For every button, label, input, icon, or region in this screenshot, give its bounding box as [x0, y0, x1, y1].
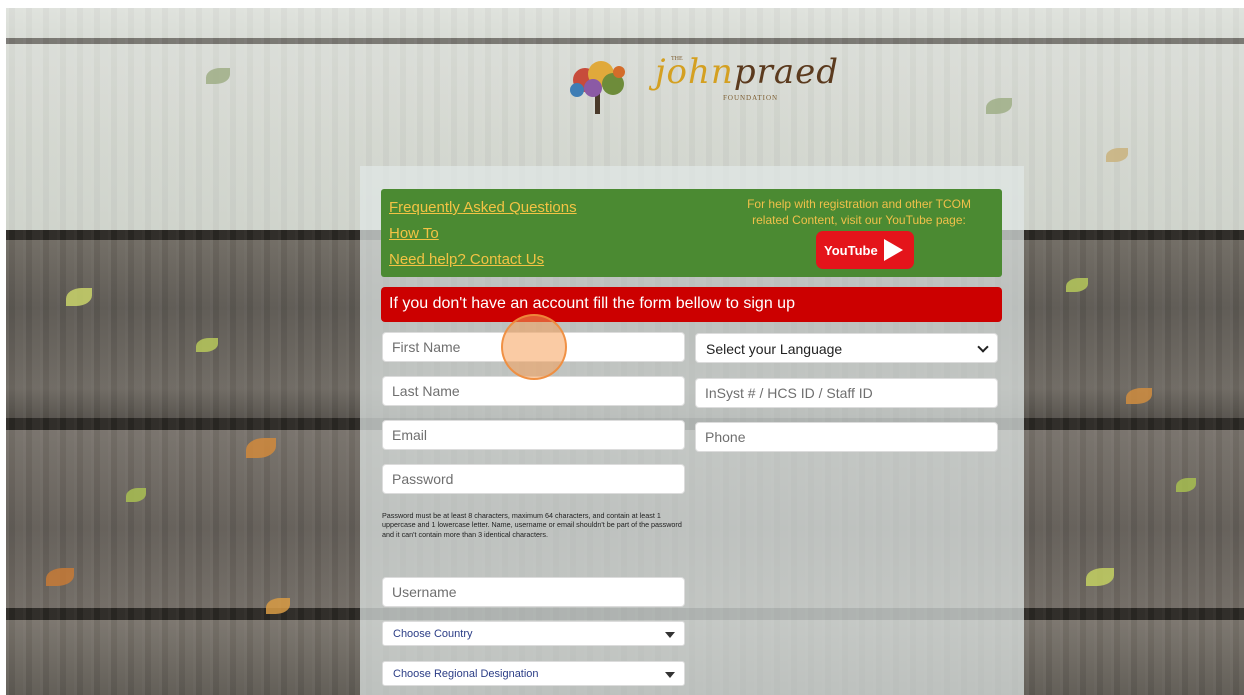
logo-foundation-text: FOUNDATION — [723, 94, 779, 102]
dropdown-arrow-icon — [665, 672, 675, 678]
foundation-logo: THE johnpraed FOUNDATION — [563, 50, 838, 125]
leaf-decoration — [1176, 478, 1196, 492]
leaf-decoration — [266, 598, 290, 614]
faq-link[interactable]: Frequently Asked Questions — [389, 199, 577, 216]
logo-script-text: johnpraed — [655, 52, 839, 92]
language-select[interactable]: Select your Language — [695, 333, 998, 363]
click-indicator — [501, 314, 567, 380]
chevron-down-icon — [977, 341, 989, 353]
insyst-id-input[interactable] — [695, 378, 998, 408]
leaf-decoration — [126, 488, 146, 502]
how-to-link[interactable]: How To — [389, 225, 439, 242]
youtube-help-text: For help with registration and other TCO… — [747, 197, 971, 227]
leaf-decoration — [66, 288, 92, 306]
email-input[interactable] — [382, 420, 685, 450]
logo-script-rest: praed — [733, 52, 839, 92]
youtube-button[interactable]: YouTube — [816, 231, 914, 269]
country-dropdown-value: Choose Country — [393, 628, 473, 640]
password-requirements-note: Password must be at least 8 characters, … — [382, 511, 682, 539]
tree-icon — [570, 61, 625, 114]
leaf-decoration — [1086, 568, 1114, 586]
phone-input[interactable] — [695, 422, 998, 452]
youtube-label: YouTube — [824, 243, 878, 258]
username-input[interactable] — [382, 577, 685, 607]
leaf-decoration — [1126, 388, 1152, 404]
last-name-input[interactable] — [382, 376, 685, 406]
signup-alert: If you don't have an account fill the fo… — [381, 287, 1002, 322]
country-dropdown[interactable]: Choose Country — [382, 621, 685, 646]
regional-designation-dropdown[interactable]: Choose Regional Designation — [382, 661, 685, 686]
play-icon — [884, 239, 903, 261]
logo-script-jo: john — [655, 52, 734, 92]
contact-us-link[interactable]: Need help? Contact Us — [389, 251, 544, 268]
leaf-decoration — [196, 338, 218, 352]
leaf-decoration — [1066, 278, 1088, 292]
leaf-decoration — [46, 568, 74, 586]
password-input[interactable] — [382, 464, 685, 494]
dropdown-arrow-icon — [665, 632, 675, 638]
language-select-value: Select your Language — [706, 341, 843, 357]
leaf-decoration — [246, 438, 276, 458]
help-box: Frequently Asked Questions How To Need h… — [381, 189, 1002, 277]
signup-alert-text: If you don't have an account fill the fo… — [389, 295, 795, 312]
regional-designation-value: Choose Regional Designation — [393, 668, 539, 680]
